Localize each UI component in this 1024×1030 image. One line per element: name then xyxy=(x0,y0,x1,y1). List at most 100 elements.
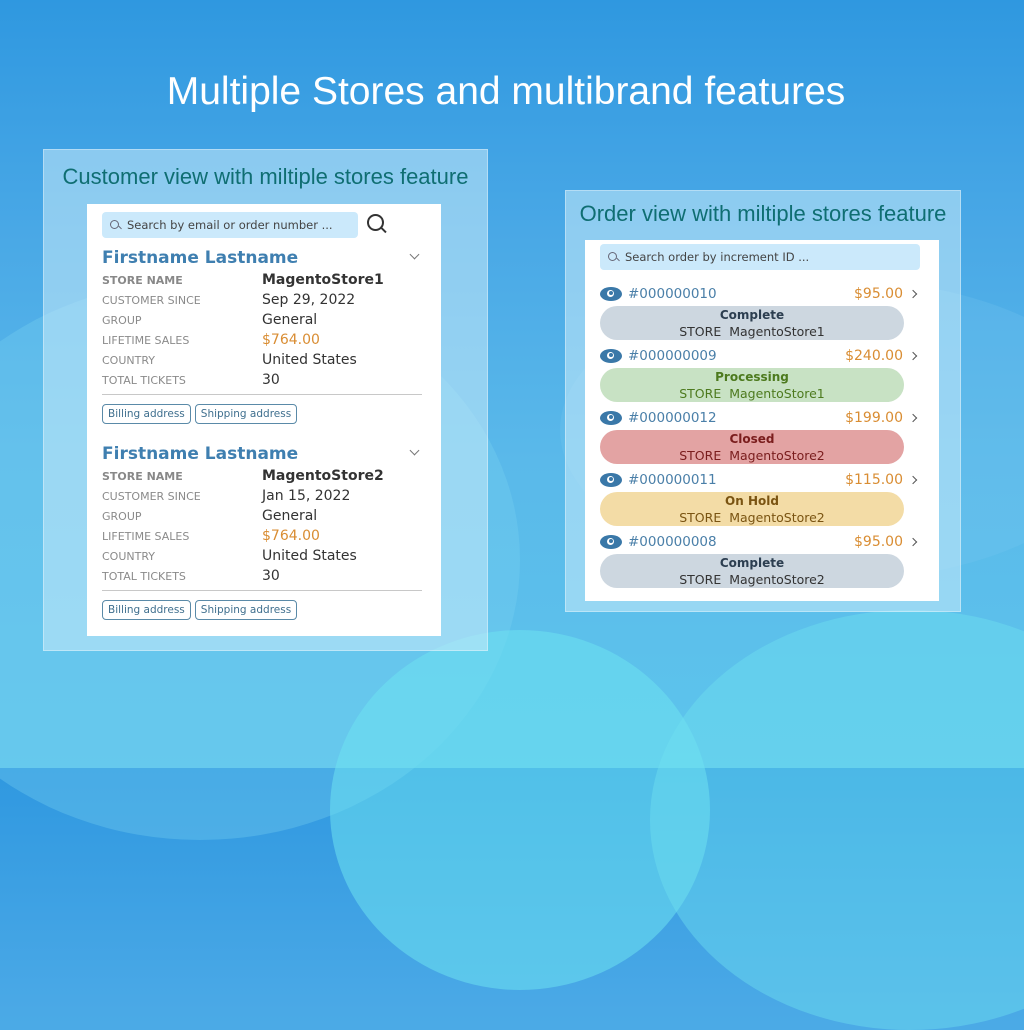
order-view-panel: Order view with miltiple stores feature … xyxy=(565,190,961,612)
customer-since-value: Jan 15, 2022 xyxy=(262,488,351,504)
store-name-value: MagentoStore1 xyxy=(262,272,384,288)
store-value: MagentoStore1 xyxy=(729,324,825,339)
order-item[interactable]: #000000008 $95.00 Complete STORE MagentoStor… xyxy=(600,530,920,588)
lifetime-sales-value: $764.00 xyxy=(262,528,320,544)
order-status: Complete xyxy=(719,308,785,322)
customer-card: Search by email or order number ... Firs… xyxy=(87,204,441,636)
search-button-icon[interactable] xyxy=(367,214,387,234)
divider xyxy=(102,590,422,591)
order-item[interactable]: #000000012 $199.00 Closed STORE MagentoStore… xyxy=(600,406,920,464)
lifetime-sales-label: LIFETIME SALES xyxy=(102,333,190,347)
chevron-right-icon[interactable] xyxy=(908,289,918,299)
store-value: MagentoStore2 xyxy=(729,572,825,587)
order-id: #000000011 xyxy=(628,472,717,488)
store-value: MagentoStore2 xyxy=(729,510,825,525)
order-id: #000000009 xyxy=(628,348,717,364)
billing-address-button[interactable]: Billing address xyxy=(102,600,191,620)
eye-icon[interactable] xyxy=(600,473,622,487)
order-header[interactable]: #000000009 $240.00 xyxy=(600,344,920,368)
shipping-address-button[interactable]: Shipping address xyxy=(194,404,298,424)
order-header[interactable]: #000000008 $95.00 xyxy=(600,530,920,554)
order-status-badge: Processing STORE MagentoStore1 xyxy=(600,368,904,402)
order-store: STORE MagentoStore2 xyxy=(600,571,904,589)
order-list: #000000010 $95.00 Complete STORE MagentoStor… xyxy=(600,282,920,592)
order-price: $199.00 xyxy=(845,410,903,426)
page-title: Multiple Stores and multibrand features xyxy=(166,70,846,114)
store-key: STORE xyxy=(679,572,722,587)
order-store: STORE MagentoStore2 xyxy=(600,509,904,527)
group-label: GROUP xyxy=(102,313,142,327)
search-icon xyxy=(608,251,619,263)
order-header[interactable]: #000000010 $95.00 xyxy=(600,282,920,306)
group-value: General xyxy=(262,312,318,328)
country-label: COUNTRY xyxy=(102,353,155,367)
customer-entry: Firstname Lastname STORE NAME MagentoStor… xyxy=(102,246,422,424)
background-blob xyxy=(650,610,1024,1030)
total-tickets-value: 30 xyxy=(262,568,280,584)
eye-icon[interactable] xyxy=(600,287,622,301)
country-value: United States xyxy=(262,548,357,564)
total-tickets-label: TOTAL TICKETS xyxy=(102,373,186,387)
order-store: STORE MagentoStore2 xyxy=(600,447,904,465)
lifetime-sales-value: $764.00 xyxy=(262,332,320,348)
customer-name[interactable]: Firstname Lastname xyxy=(102,442,422,466)
chevron-right-icon[interactable] xyxy=(908,413,918,423)
order-status-badge: On Hold STORE MagentoStore2 xyxy=(600,492,904,526)
lifetime-sales-label: LIFETIME SALES xyxy=(102,529,190,543)
customer-name[interactable]: Firstname Lastname xyxy=(102,246,422,270)
chevron-right-icon[interactable] xyxy=(908,537,918,547)
store-name-label: STORE NAME xyxy=(102,273,183,287)
eye-icon[interactable] xyxy=(600,535,622,549)
chevron-right-icon[interactable] xyxy=(908,475,918,485)
customer-since-label: CUSTOMER SINCE xyxy=(102,489,201,503)
eye-icon[interactable] xyxy=(600,411,622,425)
order-item[interactable]: #000000010 $95.00 Complete STORE MagentoStor… xyxy=(600,282,920,340)
order-id: #000000012 xyxy=(628,410,717,426)
order-price: $95.00 xyxy=(854,286,903,302)
store-value: MagentoStore1 xyxy=(729,386,825,401)
store-key: STORE xyxy=(679,386,722,401)
store-key: STORE xyxy=(679,510,722,525)
order-status-badge: Complete STORE MagentoStore2 xyxy=(600,554,904,588)
order-store: STORE MagentoStore1 xyxy=(600,323,904,341)
customer-view-title: Customer view with miltiple stores featu… xyxy=(62,164,469,189)
customer-entry: Firstname Lastname STORE NAME MagentoStor… xyxy=(102,442,422,620)
billing-address-button[interactable]: Billing address xyxy=(102,404,191,424)
total-tickets-label: TOTAL TICKETS xyxy=(102,569,186,583)
country-label: COUNTRY xyxy=(102,549,155,563)
order-price: $95.00 xyxy=(854,534,903,550)
search-placeholder: Search order by increment ID ... xyxy=(625,250,810,264)
customer-since-value: Sep 29, 2022 xyxy=(262,292,356,308)
order-header[interactable]: #000000012 $199.00 xyxy=(600,406,920,430)
store-value: MagentoStore2 xyxy=(729,448,825,463)
divider xyxy=(102,394,422,395)
order-item[interactable]: #000000011 $115.00 On Hold STORE MagentoStor… xyxy=(600,468,920,526)
eye-icon[interactable] xyxy=(600,349,622,363)
store-key: STORE xyxy=(679,324,722,339)
customer-search-input[interactable]: Search by email or order number ... xyxy=(102,212,358,238)
order-id: #000000008 xyxy=(628,534,717,550)
country-value: United States xyxy=(262,352,357,368)
search-icon xyxy=(110,219,121,231)
chevron-right-icon[interactable] xyxy=(908,351,918,361)
order-price: $240.00 xyxy=(845,348,903,364)
order-search-input[interactable]: Search order by increment ID ... xyxy=(600,244,920,270)
order-status: Processing xyxy=(715,370,789,384)
search-placeholder: Search by email or order number ... xyxy=(127,218,333,232)
shipping-address-button[interactable]: Shipping address xyxy=(194,600,298,620)
order-status-badge: Complete STORE MagentoStore1 xyxy=(600,306,904,340)
order-status: Complete xyxy=(719,556,785,570)
order-view-title: Order view with miltiple stores feature xyxy=(579,201,947,226)
order-header[interactable]: #000000011 $115.00 xyxy=(600,468,920,492)
customer-view-panel: Customer view with miltiple stores featu… xyxy=(43,149,488,651)
order-status-badge: Closed STORE MagentoStore2 xyxy=(600,430,904,464)
order-status: On Hold xyxy=(725,494,779,508)
order-item[interactable]: #000000009 $240.00 Processing STORE MagentoS… xyxy=(600,344,920,402)
total-tickets-value: 30 xyxy=(262,372,280,388)
order-card: Search order by increment ID ... #000000… xyxy=(585,240,939,601)
order-status: Closed xyxy=(729,432,775,446)
group-value: General xyxy=(262,508,318,524)
order-price: $115.00 xyxy=(845,472,903,488)
store-key: STORE xyxy=(679,448,722,463)
store-name-label: STORE NAME xyxy=(102,469,183,483)
